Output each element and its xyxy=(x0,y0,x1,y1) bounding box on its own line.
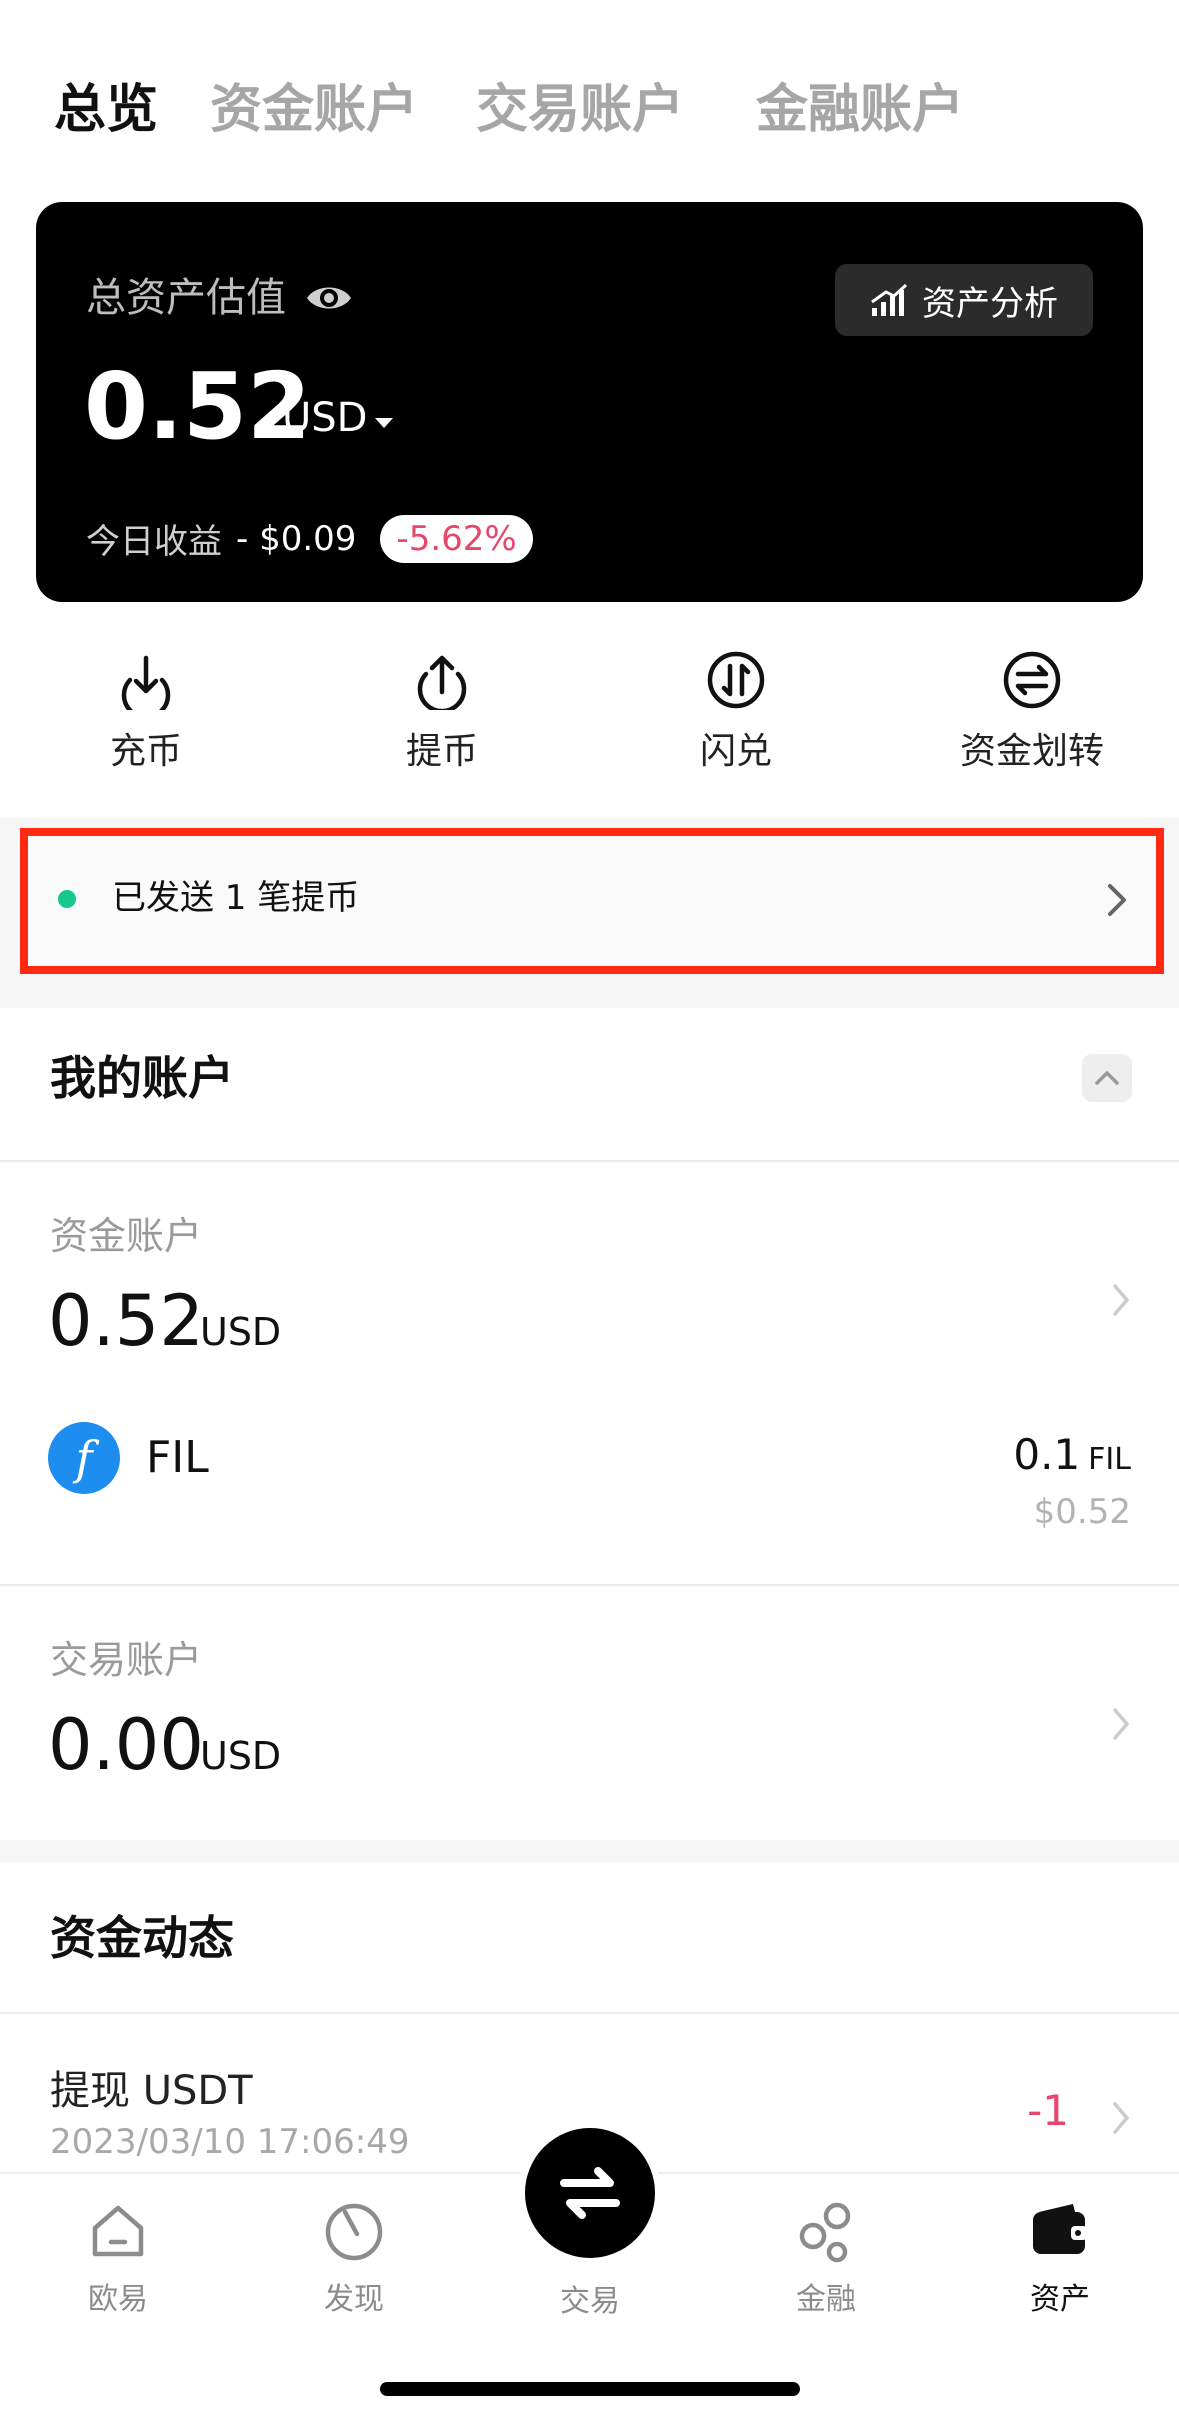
withdrawal-notice-text: 已发送 1 笔提币 xyxy=(112,878,360,918)
divider xyxy=(0,1584,1179,1586)
today-pnl-row: 今日收益 - $0.09 -5.62% xyxy=(86,514,533,563)
nav-item-home[interactable]: 欧易 xyxy=(38,2196,198,2318)
wallet-icon xyxy=(1033,2204,1087,2254)
transfer-label: 资金划转 xyxy=(959,731,1104,772)
transfer-icon xyxy=(1003,651,1061,709)
deposit-label: 充币 xyxy=(109,731,182,772)
withdraw-icon xyxy=(417,655,467,710)
tab-funding-account[interactable]: 资金账户 xyxy=(210,70,418,150)
activity-time: 2023/03/10 17:06:49 xyxy=(50,2122,410,2162)
caret-down-icon xyxy=(375,418,394,428)
trade-swap-icon xyxy=(560,2167,620,2219)
withdraw-label: 提币 xyxy=(405,731,478,772)
withdraw-button[interactable]: 提币 xyxy=(332,650,552,774)
trade-fab-button[interactable] xyxy=(519,2122,661,2264)
chevron-right-icon xyxy=(1113,1284,1129,1316)
tab-trading-account[interactable]: 交易账户 xyxy=(476,70,684,150)
nav-label: 金融 xyxy=(796,2282,856,2317)
quick-actions: 充币 提币 闪兑 资金划转 xyxy=(0,650,1179,780)
nav-label: 欧易 xyxy=(88,2282,148,2317)
my-accounts-title: 我的账户 xyxy=(50,1051,234,1105)
deposit-button[interactable]: 充币 xyxy=(36,650,256,774)
today-pnl-value: - $0.09 xyxy=(236,518,357,559)
divider xyxy=(0,1160,1179,1162)
today-pnl-label: 今日收益 xyxy=(86,522,222,562)
nav-item-finance[interactable]: 金融 xyxy=(746,2196,906,2318)
nav-label: 资产 xyxy=(1030,2282,1090,2317)
tab-finance-account[interactable]: 金融账户 xyxy=(756,70,964,150)
funding-account-amount: 0.52 xyxy=(48,1280,204,1362)
home-indicator xyxy=(380,2382,800,2396)
withdrawal-notice-bar[interactable]: 已发送 1 笔提币 xyxy=(20,828,1164,974)
asset-quantity: 0.1 FIL xyxy=(1013,1430,1131,1479)
transfer-button[interactable]: 资金划转 xyxy=(922,650,1142,774)
chevron-right-icon xyxy=(1113,2102,1129,2134)
trading-account-label: 交易账户 xyxy=(50,1638,203,1682)
finance-icon xyxy=(799,2202,851,2263)
chevron-right-icon xyxy=(1108,884,1126,916)
convert-label: 闪兑 xyxy=(699,731,772,772)
convert-button[interactable]: 闪兑 xyxy=(626,650,846,774)
funding-account-unit: USD xyxy=(200,1310,282,1354)
chevron-right-icon xyxy=(1113,1708,1129,1740)
fil-coin-icon: f xyxy=(48,1422,120,1494)
asset-analysis-label: 资产分析 xyxy=(922,283,1058,324)
divider xyxy=(0,2012,1179,2014)
asset-quantity-value: 0.1 xyxy=(1013,1430,1081,1479)
activity-amount: -1 xyxy=(1027,2086,1069,2135)
asset-analysis-button[interactable]: 资产分析 xyxy=(835,264,1093,336)
asset-symbol: FIL xyxy=(146,1432,209,1483)
total-assets-label: 总资产估值 xyxy=(86,275,286,321)
eye-icon[interactable] xyxy=(304,276,354,320)
nav-label: 发现 xyxy=(324,2282,384,2317)
discover-icon xyxy=(325,2203,383,2261)
fund-activity-title: 资金动态 xyxy=(50,1911,234,1965)
tab-overview[interactable]: 总览 xyxy=(54,70,158,150)
trading-account-unit: USD xyxy=(200,1734,282,1778)
total-assets-card: 总资产估值 资产分析 0.52 USD 今日收益 - $0.09 -5.62% xyxy=(36,202,1143,602)
top-tabs: 总览 资金账户 交易账户 金融账户 xyxy=(0,70,1179,150)
section-separator xyxy=(0,1840,1179,1862)
home-icon xyxy=(92,2205,144,2257)
chevron-up-icon xyxy=(1095,1071,1119,1085)
asset-usd-value: $0.52 xyxy=(1033,1492,1131,1532)
chart-trend-icon xyxy=(871,283,908,316)
status-dot xyxy=(58,890,76,908)
nav-item-discover[interactable]: 发现 xyxy=(274,2196,434,2318)
activity-title: 提现 USDT xyxy=(50,2068,253,2114)
trading-account-amount: 0.00 xyxy=(48,1704,204,1786)
currency-label: USD xyxy=(282,395,368,441)
nav-label-trade: 交易 xyxy=(560,2284,620,2319)
currency-selector[interactable]: USD xyxy=(282,388,394,448)
collapse-button[interactable] xyxy=(1082,1054,1132,1102)
asset-quantity-unit: FIL xyxy=(1088,1442,1131,1477)
deposit-icon xyxy=(121,655,171,710)
today-pnl-percent-badge: -5.62% xyxy=(380,514,533,563)
nav-item-assets[interactable]: 资产 xyxy=(980,2196,1140,2318)
total-amount: 0.52 xyxy=(84,353,311,460)
convert-icon xyxy=(707,651,765,709)
funding-account-label: 资金账户 xyxy=(50,1214,203,1258)
